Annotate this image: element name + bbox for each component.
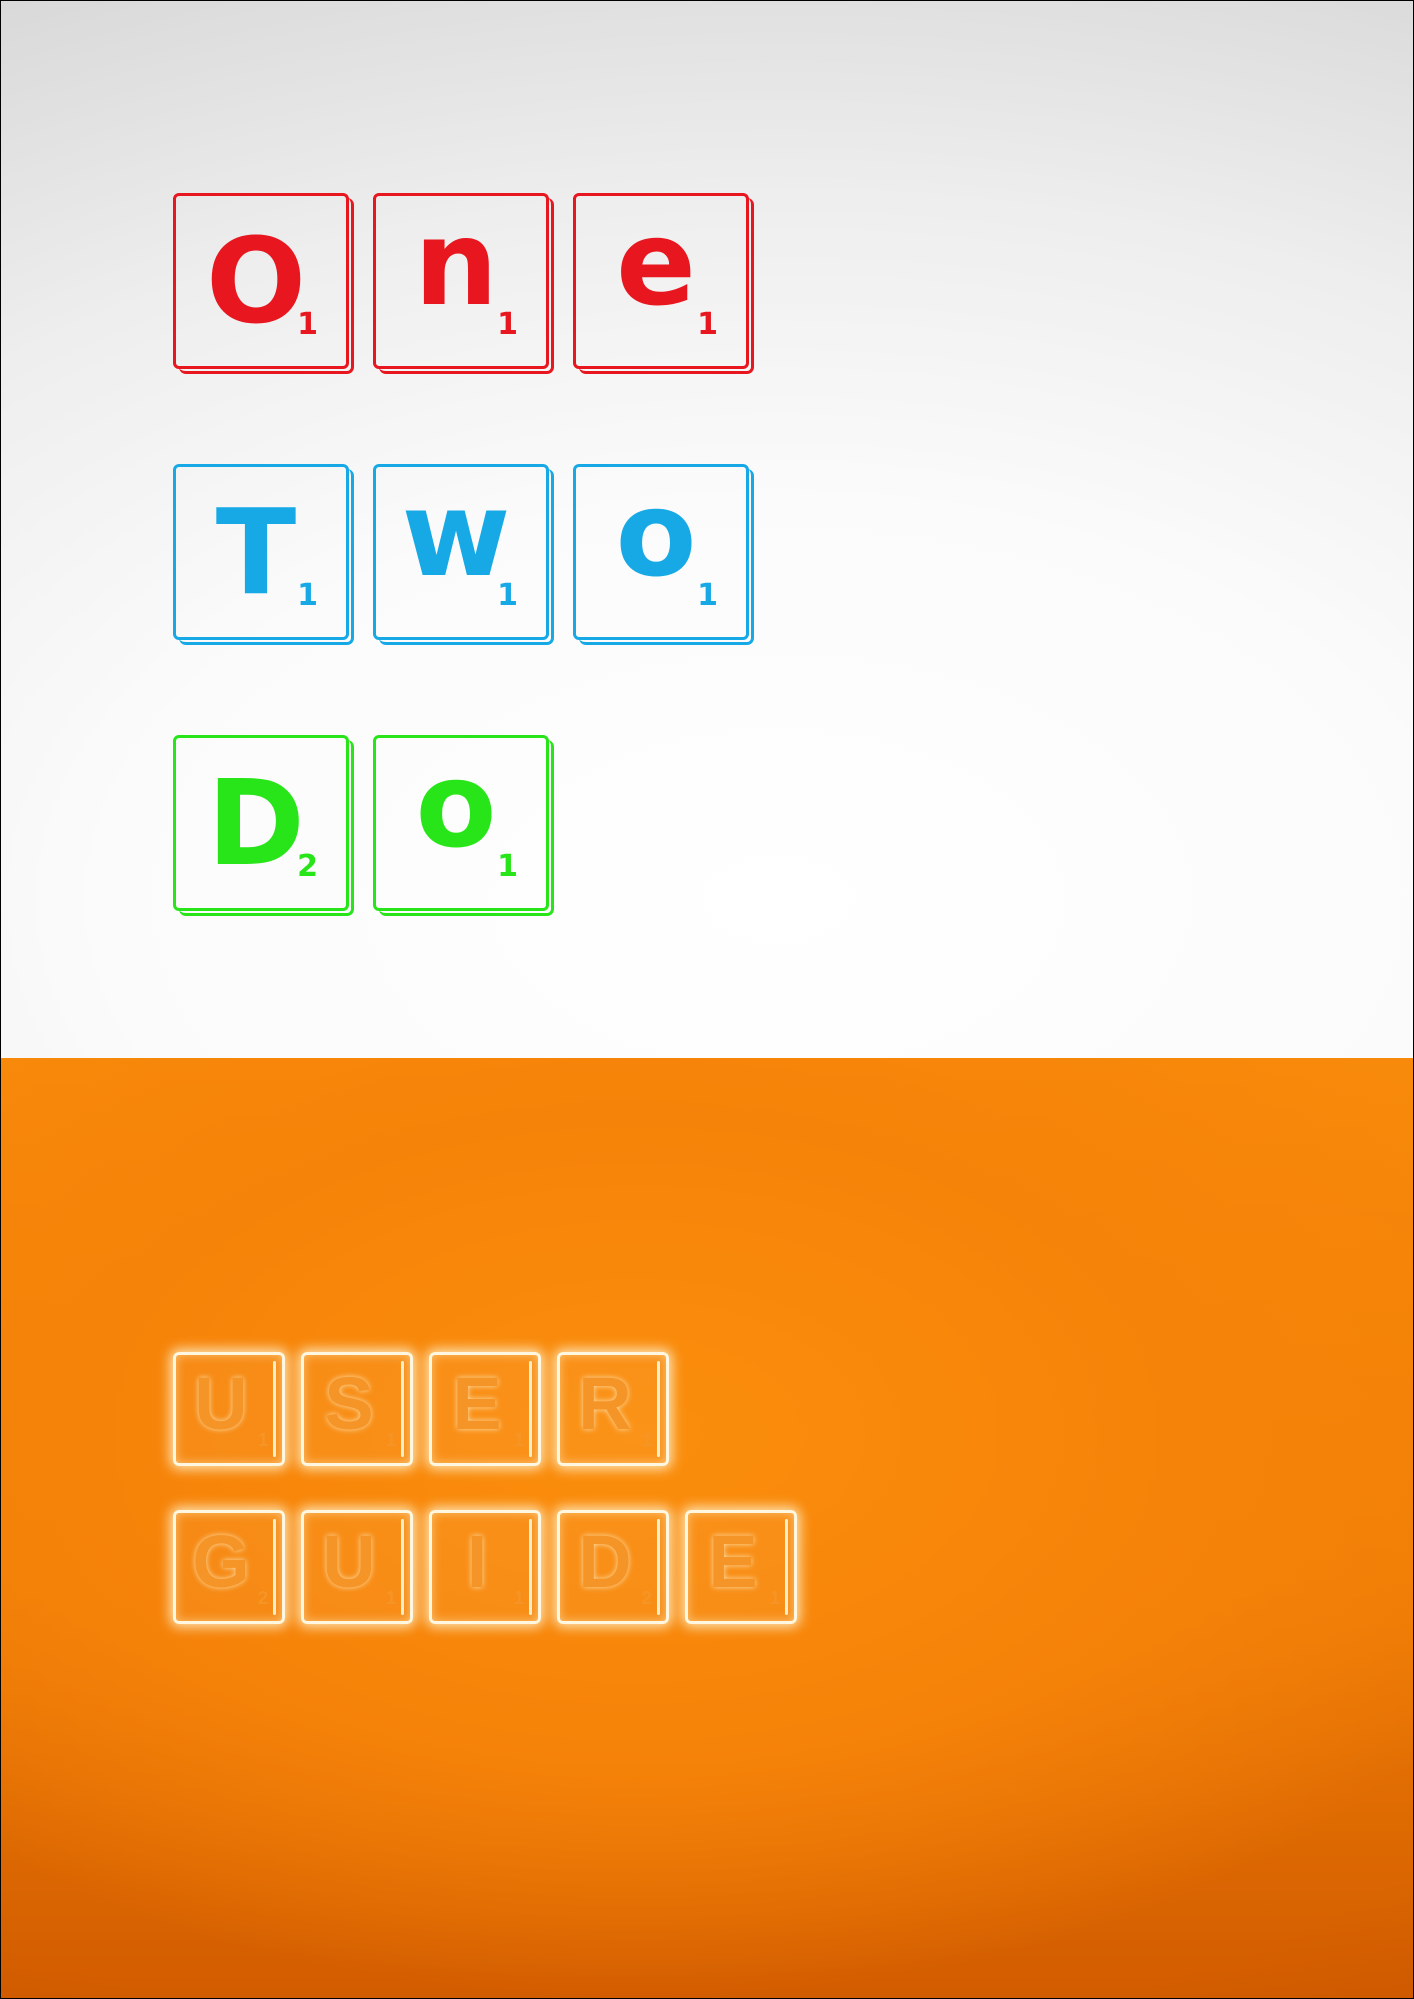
word-one: O 1 n 1 e 1 [173,193,754,374]
tile-score: 2 [297,849,318,884]
tile-letter: o [615,465,697,603]
tile-score: 1 [697,307,718,342]
tile-score: 1 [513,1430,524,1450]
tile-letter: D [207,754,305,892]
tile-score: 2 [641,1588,652,1608]
tile-score: 1 [497,578,518,613]
title-section: O 1 n 1 e 1 T 1 w 1 o 1 D 2 o 1 [1,1,1413,1058]
letter-tile: U 1 [173,1352,285,1466]
tile-letter: O [205,212,307,350]
tile-letter: U [194,1362,248,1445]
tile-letter: E [452,1362,502,1445]
tile-letter: e [615,194,697,332]
tile-score: 1 [513,1588,524,1608]
word-user: U 1 S 1 E 1 R 1 [173,1352,669,1466]
letter-tile: o 1 [373,735,554,916]
tile-score: 1 [497,307,518,342]
letter-tile: w 1 [373,464,554,645]
tile-score: 1 [697,578,718,613]
tile-score: 1 [297,578,318,613]
tile-letter: D [578,1520,632,1603]
letter-tile: R 1 [557,1352,669,1466]
tile-score: 1 [385,1588,396,1608]
letter-tile: S 1 [301,1352,413,1466]
letter-tile: E 1 [429,1352,541,1466]
word-two: T 1 w 1 o 1 [173,464,754,645]
tile-score: 1 [769,1588,780,1608]
tile-score: 1 [385,1430,396,1450]
tile-letter: o [415,736,497,874]
letter-tile: I 1 [429,1510,541,1624]
word-do: D 2 o 1 [173,735,554,916]
tile-score: 1 [497,849,518,884]
letter-tile: D 2 [173,735,354,916]
letter-tile: o 1 [573,464,754,645]
subtitle-section: U 1 S 1 E 1 R 1 G 2 U 1 I 1 D 2 E 1 [1,1058,1413,1998]
letter-tile: n 1 [373,193,554,374]
tile-score: 1 [641,1430,652,1450]
letter-tile: D 2 [557,1510,669,1624]
tile-letter: S [324,1362,374,1445]
letter-tile: O 1 [173,193,354,374]
tile-letter: R [578,1362,632,1445]
letter-tile: U 1 [301,1510,413,1624]
tile-letter: E [708,1520,758,1603]
tile-letter: T [215,483,297,621]
tile-score: 2 [257,1588,268,1608]
tile-letter: U [322,1520,376,1603]
tile-letter: n [413,194,498,332]
tile-letter: w [401,465,511,603]
letter-tile: E 1 [685,1510,797,1624]
tile-letter: G [192,1520,250,1603]
tile-score: 1 [297,307,318,342]
word-guide: G 2 U 1 I 1 D 2 E 1 [173,1510,797,1624]
letter-tile: e 1 [573,193,754,374]
letter-tile: G 2 [173,1510,285,1624]
tile-score: 1 [257,1430,268,1450]
letter-tile: T 1 [173,464,354,645]
tile-letter: I [466,1520,488,1603]
cover-page: O 1 n 1 e 1 T 1 w 1 o 1 D 2 o 1 U 1 S 1 … [0,0,1414,1999]
